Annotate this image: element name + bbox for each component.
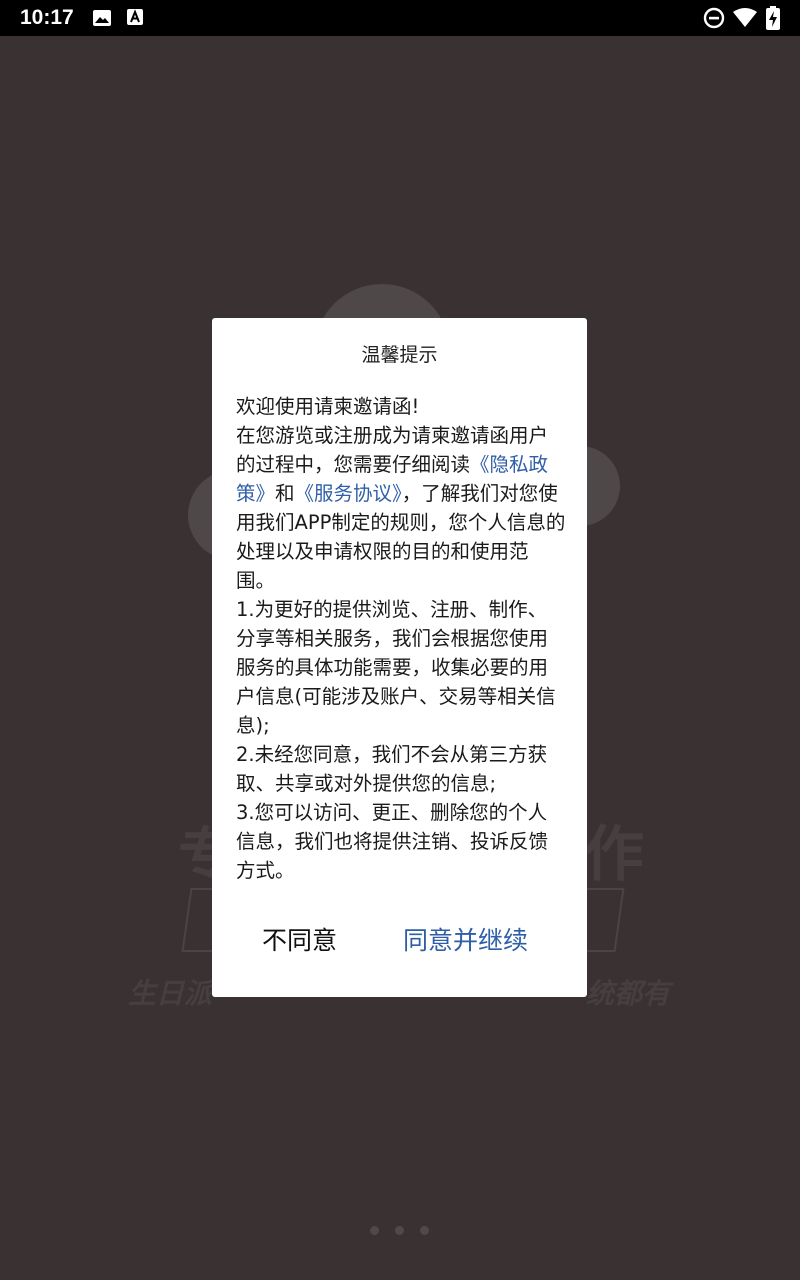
page-dot: [420, 1226, 429, 1235]
dialog-title: 温馨提示: [361, 344, 438, 366]
image-icon: [93, 10, 111, 26]
service-agreement-link[interactable]: 《服务协议》: [295, 482, 402, 505]
bg-tagline-right: 统都有: [586, 977, 671, 1010]
status-bar: 10:17: [0, 0, 800, 36]
dialog-actions: 不同意 同意并继续: [212, 916, 587, 966]
dialog-body: 欢迎使用请柬邀请函! 在您游览或注册成为请柬邀请函用户的过程中，您需要仔细阅读《…: [236, 392, 566, 885]
dialog-intro: 欢迎使用请柬邀请函!: [236, 395, 420, 418]
wifi-icon: [733, 8, 757, 27]
dialog-list-item: 3.您可以访问、更正、删除您的个人信息，我们也将提供注销、投诉反馈方式。: [236, 801, 549, 882]
dialog-list-item: 1.为更好的提供浏览、注册、制作、分享等相关服务，我们会根据您使用服务的具体功能…: [236, 598, 556, 737]
disagree-button[interactable]: 不同意: [262, 916, 337, 966]
bg-headline-right: 作: [584, 820, 644, 890]
status-time: 10:17: [20, 6, 74, 29]
battery-charging-icon: [766, 6, 780, 30]
bg-tagline-left: 生日派: [128, 977, 213, 1010]
dialog-list-item: 2.未经您同意，我们不会从第三方获取、共享或对外提供您的信息;: [236, 743, 548, 795]
privacy-dialog: 温馨提示 欢迎使用请柬邀请函! 在您游览或注册成为请柬邀请函用户的过程中，您需要…: [212, 318, 587, 997]
dialog-paragraph: 在您游览或注册成为请柬邀请函用户的过程中，您需要仔细阅读《隐私政策》和《服务协议…: [236, 421, 566, 595]
page-dot: [395, 1226, 404, 1235]
page-indicator: [370, 1226, 429, 1235]
do-not-disturb-icon: [703, 7, 725, 29]
paragraph-text: 和: [275, 482, 295, 505]
agree-continue-button[interactable]: 同意并继续: [403, 916, 528, 966]
page-dot: [370, 1226, 379, 1235]
a-icon: [127, 9, 143, 25]
